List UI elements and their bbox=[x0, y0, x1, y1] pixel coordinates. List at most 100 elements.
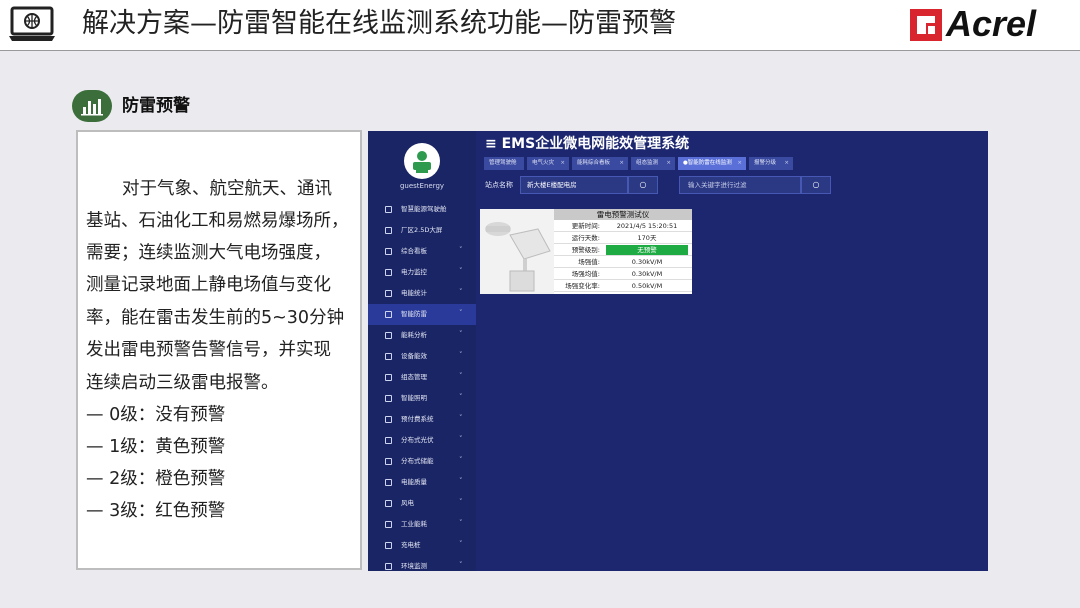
chevron-down-icon: ˅ bbox=[459, 267, 463, 275]
row-key: 场强变化率: bbox=[565, 282, 600, 290]
sidebar-item-label: 预付费系统 bbox=[401, 415, 434, 423]
card-title: 雷电预警测试仪 bbox=[554, 209, 692, 220]
search-icon: ○ bbox=[639, 180, 647, 189]
avatar[interactable] bbox=[404, 143, 440, 179]
close-icon[interactable]: × bbox=[560, 157, 565, 170]
sidebar-item-lightning-protection[interactable]: 智能防雷 ˅ bbox=[368, 304, 476, 325]
station-search-button[interactable]: ○ bbox=[628, 176, 658, 194]
sidebar-item-energy-stats[interactable]: 电能统计 ˅ bbox=[368, 283, 476, 304]
dashboard-icon bbox=[385, 206, 392, 213]
sidebar-item-label: 组态管理 bbox=[401, 373, 427, 381]
update-time-row: 更新时间: 2021/4/5 15:20:51 bbox=[554, 220, 692, 232]
close-icon[interactable]: × bbox=[784, 157, 789, 170]
sidebar-item-wind-power[interactable]: 风电 ˅ bbox=[368, 493, 476, 514]
warning-level-row: 预警级别: 无预警 bbox=[554, 244, 692, 256]
tab-lightning-online-monitor[interactable]: ●智能防雷在线监测 × bbox=[678, 157, 746, 170]
warning-level-2: — 2级：橙色预警 bbox=[86, 469, 226, 489]
lightning-device-card[interactable]: 雷电预警测试仪 更新时间: 2021/4/5 15:20:51 运行天数: 170天… bbox=[480, 209, 692, 294]
sidebar-item-smart-lighting[interactable]: 智能照明 ˅ bbox=[368, 388, 476, 409]
chevron-down-icon: ˅ bbox=[459, 477, 463, 485]
close-icon[interactable]: × bbox=[666, 157, 671, 170]
station-name-label: 站点名称 bbox=[485, 181, 513, 189]
sidebar-item-prepaid[interactable]: 预付费系统 ˅ bbox=[368, 409, 476, 430]
grid-icon bbox=[385, 248, 392, 255]
chevron-down-icon: ˅ bbox=[459, 351, 463, 359]
sidebar-item-distributed-pv[interactable]: 分布式光伏 ˅ bbox=[368, 430, 476, 451]
tab-label: 电气火灾 bbox=[532, 160, 555, 166]
tab-management-cockpit[interactable]: 管理驾驶舱 bbox=[484, 157, 524, 170]
sidebar-item-dashboard[interactable]: 智慧能源驾驶舱 bbox=[368, 199, 476, 220]
sidebar-item-device-efficiency[interactable]: 设备能效 ˅ bbox=[368, 346, 476, 367]
slide-title: 解决方案—防雷智能在线监测系统功能—防雷预警 bbox=[82, 8, 676, 39]
tab-label: 能耗综合看板 bbox=[577, 160, 611, 166]
sidebar-item-power-monitor[interactable]: 电力监控 ˅ bbox=[368, 262, 476, 283]
sidebar-item-label: 工业能耗 bbox=[401, 520, 427, 528]
chevron-down-icon: ˅ bbox=[459, 540, 463, 548]
close-icon[interactable]: × bbox=[737, 157, 742, 170]
acrel-logo: Acrel bbox=[910, 3, 1060, 44]
keyword-filter-input[interactable]: 输入关键字进行过滤 bbox=[679, 176, 801, 194]
sidebar-item-label: 电能统计 bbox=[401, 289, 427, 297]
device-image bbox=[480, 209, 554, 294]
warning-level-1: — 1级：黄色预警 bbox=[86, 437, 226, 457]
monitor-icon bbox=[385, 227, 392, 234]
sidebar-item-factory-screen[interactable]: 厂区2.5D大屏 bbox=[368, 220, 476, 241]
warning-status-badge: 无预警 bbox=[606, 245, 688, 255]
sidebar-item-consumption-analysis[interactable]: 能耗分析 ˅ bbox=[368, 325, 476, 346]
row-key: 场强值: bbox=[578, 258, 600, 266]
ems-app-screenshot: guestEnergy 智慧能源驾驶舱 厂区2.5D大屏 综合看板 ˅ 电力监控 ˅… bbox=[368, 131, 988, 571]
quality-icon bbox=[385, 479, 392, 486]
tab-config-monitor[interactable]: 组态监测 × bbox=[631, 157, 675, 170]
chevron-down-icon: ˅ bbox=[459, 561, 463, 569]
sidebar-item-overview[interactable]: 综合看板 ˅ bbox=[368, 241, 476, 262]
tab-energy-overview[interactable]: 能耗综合看板 × bbox=[572, 157, 628, 170]
sidebar-item-charging-pile[interactable]: 充电桩 ˅ bbox=[368, 535, 476, 556]
sidebar-item-power-quality[interactable]: 电能质量 ˅ bbox=[368, 472, 476, 493]
app-title-text: EMS企业微电网能效管理系统 bbox=[501, 136, 690, 152]
sidebar-item-label: 厂区2.5D大屏 bbox=[401, 226, 443, 234]
solar-icon bbox=[385, 437, 392, 444]
sidebar-item-industrial-energy[interactable]: 工业能耗 ˅ bbox=[368, 514, 476, 535]
sidebar-item-config-management[interactable]: 组态管理 ˅ bbox=[368, 367, 476, 388]
tab-alarm-level[interactable]: 报警分级 × bbox=[749, 157, 793, 170]
tab-label: 管理驾驶舱 bbox=[489, 160, 517, 166]
description-line: 对于气象、航空航天、通讯 bbox=[122, 179, 332, 199]
description-line: 率，能在雷击发生前的5~30分钟 bbox=[86, 308, 345, 328]
chevron-down-icon: ˅ bbox=[459, 456, 463, 464]
acrel-logo-mark-icon bbox=[910, 9, 942, 41]
battery-icon bbox=[385, 458, 392, 465]
sidebar-item-environment[interactable]: 环境监测 ˅ bbox=[368, 556, 476, 571]
chevron-down-icon: ˅ bbox=[459, 498, 463, 506]
close-icon[interactable]: × bbox=[619, 157, 624, 170]
laptop-globe-icon bbox=[9, 6, 55, 41]
alarm-icon bbox=[385, 311, 392, 318]
chevron-down-icon: ˅ bbox=[459, 519, 463, 527]
warning-level-0: — 0级：没有预警 bbox=[86, 405, 226, 425]
sidebar-item-label: 能耗分析 bbox=[401, 331, 427, 339]
sidebar-item-label: 电能质量 bbox=[401, 478, 427, 486]
sidebar-item-label: 智能照明 bbox=[401, 394, 427, 402]
station-name-select[interactable]: 新大楼E楼配电房 bbox=[520, 176, 628, 194]
sidebar-item-distributed-storage[interactable]: 分布式储能 ˅ bbox=[368, 451, 476, 472]
row-value: 2021/4/5 15:20:51 bbox=[616, 222, 678, 230]
warning-level-3: — 3级：红色预警 bbox=[86, 501, 226, 521]
chevron-down-icon: ˅ bbox=[459, 435, 463, 443]
app-title: ≡ EMS企业微电网能效管理系统 bbox=[485, 134, 689, 154]
sidebar: guestEnergy 智慧能源驾驶舱 厂区2.5D大屏 综合看板 ˅ 电力监控 ˅… bbox=[368, 131, 476, 571]
factory-icon bbox=[385, 521, 392, 528]
menu-icon[interactable]: ≡ bbox=[485, 136, 502, 152]
row-key: 预警级别: bbox=[571, 246, 600, 254]
field-strength-row: 场强值: 0.30kV/M bbox=[554, 256, 692, 268]
chevron-down-icon: ˅ bbox=[459, 309, 463, 317]
sidebar-item-label: 智慧能源驾驶舱 bbox=[401, 205, 447, 213]
row-key: 运行天数: bbox=[571, 234, 600, 242]
sidebar-item-label: 充电桩 bbox=[401, 541, 421, 549]
username: guestEnergy bbox=[399, 182, 445, 190]
environment-icon bbox=[385, 563, 392, 570]
tab-electrical-fire[interactable]: 电气火灾 × bbox=[527, 157, 569, 170]
chevron-down-icon: ˅ bbox=[459, 246, 463, 254]
keyword-search-button[interactable]: ○ bbox=[801, 176, 831, 194]
chevron-down-icon: ˅ bbox=[459, 393, 463, 401]
run-days-row: 运行天数: 170天 bbox=[554, 232, 692, 244]
description-line: 基站、石油化工和易燃易爆场所， bbox=[86, 211, 349, 231]
